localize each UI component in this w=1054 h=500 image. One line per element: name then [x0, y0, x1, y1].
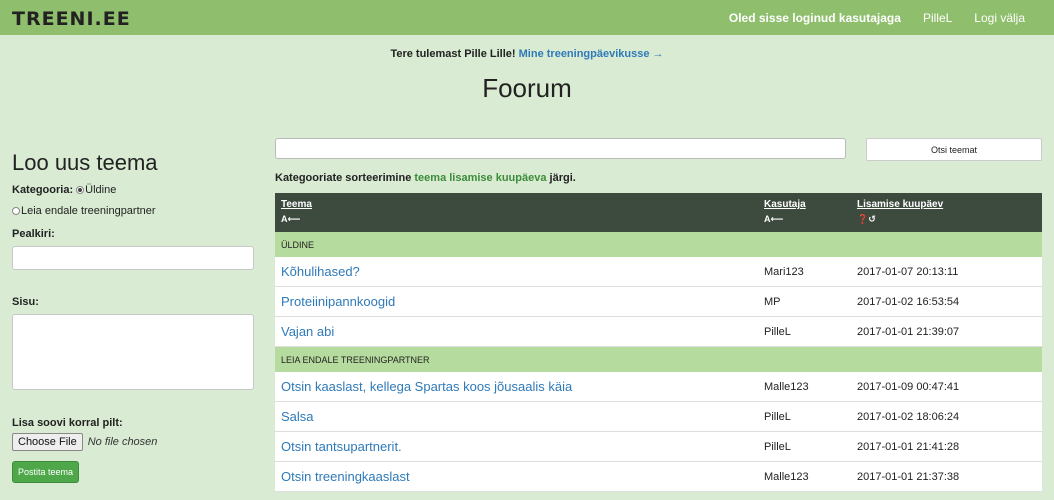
- topic-user: PilleL: [764, 441, 791, 453]
- table-row: Salsa PilleL 2017-01-02 18:06:24: [275, 402, 1042, 432]
- table-row: Vajan abi PilleL 2017-01-01 21:39:07: [275, 317, 1042, 347]
- topic-user: MP: [764, 296, 781, 308]
- category-radio-uldine[interactable]: [76, 186, 85, 194]
- welcome-message: Tere tulemast Pille Lille! Mine treening…: [0, 48, 1054, 60]
- choose-file-button[interactable]: Choose File: [12, 433, 83, 451]
- category-option-partner[interactable]: Leia endale treeningpartner: [21, 205, 156, 217]
- column-header-date: Lisamise kuupäev ❓↺: [857, 199, 943, 225]
- category-header-uldine: ÜLDINE: [275, 232, 1042, 257]
- topic-user: PilleL: [764, 326, 791, 338]
- sort-suffix: järgi.: [549, 172, 576, 184]
- help-refresh-icons[interactable]: ❓↺: [857, 214, 943, 225]
- topic-link[interactable]: Salsa: [281, 409, 314, 424]
- category-header-partner: LEIA ENDALE TREENINGPARTNER: [275, 347, 1042, 372]
- title-input[interactable]: [12, 246, 254, 270]
- page-title: Foorum: [482, 73, 572, 103]
- user-link[interactable]: PilleL: [923, 11, 952, 25]
- forum-table: Teema A⟵ Kasutaja A⟵ Lisamise kuupäev ❓↺…: [275, 193, 1042, 492]
- topic-link[interactable]: Kõhulihased?: [281, 264, 360, 279]
- category-row: Kategooria: Üldine: [12, 184, 254, 196]
- diary-link[interactable]: Mine treeningpäevikusse →: [519, 48, 664, 60]
- site-logo[interactable]: TREENI.EE: [12, 8, 131, 30]
- table-row: Otsin kaaslast, kellega Spartas koos jõu…: [275, 372, 1042, 402]
- topic-user: Malle123: [764, 471, 809, 483]
- logout-link[interactable]: Logi välja: [974, 11, 1025, 25]
- column-header-user: Kasutaja A⟵: [764, 199, 806, 225]
- topic-date: 2017-01-07 20:13:11: [857, 266, 959, 278]
- sort-by-date-link[interactable]: Lisamise kuupäev: [857, 199, 943, 210]
- post-topic-button[interactable]: Postita teema: [12, 461, 79, 483]
- sort-highlight: teema lisamise kuupäeva: [414, 172, 547, 184]
- new-topic-form: Loo uus teema Kategooria: Üldine Leia en…: [12, 150, 254, 483]
- search-input[interactable]: [275, 138, 846, 159]
- topic-link[interactable]: Vajan abi: [281, 324, 334, 339]
- topic-date: 2017-01-01 21:39:07: [857, 326, 960, 338]
- sort-alpha-icon[interactable]: A⟵: [281, 214, 312, 225]
- table-row: Otsin tantsupartnerit. PilleL 2017-01-01…: [275, 432, 1042, 462]
- topic-link[interactable]: Otsin treeningkaaslast: [281, 469, 410, 484]
- image-label: Lisa soovi korral pilt:: [12, 417, 123, 429]
- welcome-text: Tere tulemast Pille Lille!: [390, 48, 516, 60]
- table-row: Otsin treeningkaaslast Malle123 2017-01-…: [275, 462, 1042, 492]
- nav-right: Oled sisse loginud kasutajaga PilleL Log…: [729, 0, 1054, 35]
- category-radio-partner[interactable]: [12, 207, 20, 215]
- topic-user: PilleL: [764, 411, 791, 423]
- logged-in-label[interactable]: Oled sisse loginud kasutajaga: [729, 11, 901, 25]
- category-row-2: Leia endale treeningpartner: [12, 205, 254, 217]
- topic-date: 2017-01-09 00:47:41: [857, 381, 960, 393]
- sort-alpha-icon[interactable]: A⟵: [764, 214, 806, 225]
- file-upload: Choose File No file chosen: [12, 433, 157, 451]
- topic-date: 2017-01-02 16:53:54: [857, 296, 960, 308]
- sort-by-topic-link[interactable]: Teema: [281, 199, 312, 210]
- sort-info: Kategooriate sorteerimine teema lisamise…: [275, 172, 576, 184]
- table-header: Teema A⟵ Kasutaja A⟵ Lisamise kuupäev ❓↺: [275, 193, 1042, 232]
- topic-user: Mari123: [764, 266, 804, 278]
- search-button[interactable]: Otsi teemat: [866, 138, 1042, 161]
- topic-link[interactable]: Proteiinipannkoogid: [281, 294, 395, 309]
- table-row: Proteiinipannkoogid MP 2017-01-02 16:53:…: [275, 287, 1042, 317]
- file-status: No file chosen: [87, 436, 158, 448]
- topic-user: Malle123: [764, 381, 809, 393]
- table-row: Kõhulihased? Mari123 2017-01-07 20:13:11: [275, 257, 1042, 287]
- topic-date: 2017-01-01 21:41:28: [857, 441, 960, 453]
- topic-link[interactable]: Otsin kaaslast, kellega Spartas koos jõu…: [281, 379, 572, 394]
- sort-prefix: Kategooriate sorteerimine: [275, 172, 412, 184]
- topic-date: 2017-01-01 21:37:38: [857, 471, 960, 483]
- category-label: Kategooria:: [12, 184, 74, 196]
- topic-link[interactable]: Otsin tantsupartnerit.: [281, 439, 402, 454]
- topic-date: 2017-01-02 18:06:24: [857, 411, 960, 423]
- new-topic-heading: Loo uus teema: [12, 150, 158, 175]
- content-textarea[interactable]: [12, 314, 254, 390]
- title-label: Pealkiri:: [12, 228, 55, 240]
- category-option-uldine[interactable]: Üldine: [85, 184, 116, 196]
- content-label: Sisu:: [12, 296, 39, 308]
- column-header-topic: Teema A⟵: [281, 199, 312, 225]
- top-navbar: TREENI.EE Oled sisse loginud kasutajaga …: [0, 0, 1054, 35]
- sort-by-user-link[interactable]: Kasutaja: [764, 199, 806, 210]
